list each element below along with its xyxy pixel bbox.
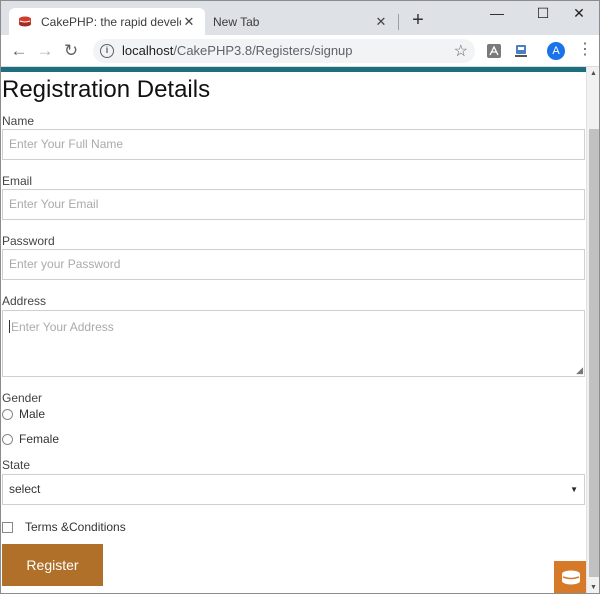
url-path: /CakePHP3.8/Registers/signup [173,43,353,58]
tab-close-icon[interactable]: ✕ [373,14,389,30]
profile-avatar[interactable]: A [547,42,565,60]
state-selected-value: select [9,482,41,496]
forward-icon[interactable]: → [34,40,56,62]
radio-button[interactable] [2,433,13,445]
gender-option-male[interactable]: Male [2,407,45,421]
radio-button[interactable] [2,408,13,420]
tab-cakephp[interactable]: CakePHP: the rapid development ✕ [9,8,205,35]
password-label: Password [2,234,55,248]
cakephp-logo-icon[interactable] [554,561,586,593]
scroll-down-arrow-icon[interactable]: ▼ [590,584,597,591]
new-tab-button[interactable]: + [407,10,429,32]
radio-label: Female [19,432,60,446]
page-top-bar [1,67,586,72]
address-placeholder: Enter Your Address [11,320,114,334]
maximize-button[interactable]: ☐ [523,3,563,25]
terms-checkbox[interactable] [2,521,13,533]
chevron-down-icon: ▼ [570,485,578,494]
info-icon[interactable]: i [100,44,114,58]
radio-label: Male [19,407,46,421]
url-host: localhost [122,43,174,58]
save-extension-icon[interactable] [513,43,529,59]
cakephp-favicon-icon [17,14,33,30]
name-input[interactable]: Enter Your Full Name [2,129,585,160]
tab-title: CakePHP: the rapid development [41,14,181,29]
state-label: State [2,458,31,472]
browser-toolbar: ← → ↻ i localhost/CakePHP3.8/Registers/s… [1,35,599,67]
resize-handle-icon[interactable]: ◢ [576,366,583,375]
password-input[interactable]: Enter your Password [2,249,585,280]
tab-strip: CakePHP: the rapid development ✕ New Tab… [1,1,599,35]
star-icon[interactable]: ☆ [454,41,468,61]
state-select[interactable]: select ▼ [2,474,585,505]
email-label: Email [2,174,33,188]
address-textarea[interactable]: Enter Your Address ◢ [2,310,585,377]
text-cursor [9,320,10,333]
minimize-button[interactable]: — [477,3,517,25]
back-icon[interactable]: ← [8,40,30,62]
email-input[interactable]: Enter Your Email [2,189,585,220]
tab-separator [398,14,399,30]
close-window-button[interactable]: ✕ [559,3,599,25]
tab-close-icon[interactable]: ✕ [181,14,197,30]
page-viewport: Registration Details Name Enter Your Ful… [1,67,586,593]
browser-window: CakePHP: the rapid development ✕ New Tab… [0,0,600,594]
page-scrollbar[interactable]: ▲ ▼ [586,67,599,593]
tab-new-tab[interactable]: New Tab ✕ [205,8,397,35]
register-button[interactable]: Register [2,544,103,586]
scroll-thumb[interactable] [589,129,599,577]
page-title: Registration Details [2,76,211,103]
pdf-extension-icon[interactable] [486,43,502,59]
address-bar[interactable]: i localhost/CakePHP3.8/Registers/signup … [93,39,475,63]
scroll-up-arrow-icon[interactable]: ▲ [590,70,597,77]
url-text: localhost/CakePHP3.8/Registers/signup [122,43,353,58]
terms-row[interactable]: Terms &Conditions [2,520,126,534]
gender-label: Gender [2,391,43,405]
terms-label: Terms &Conditions [25,520,126,534]
reload-icon[interactable]: ↻ [60,40,82,62]
gender-option-female[interactable]: Female [2,432,59,446]
address-label: Address [2,294,47,308]
tab-title: New Tab [213,14,260,29]
name-label: Name [2,114,35,128]
menu-icon[interactable]: ⋮ [577,41,593,59]
